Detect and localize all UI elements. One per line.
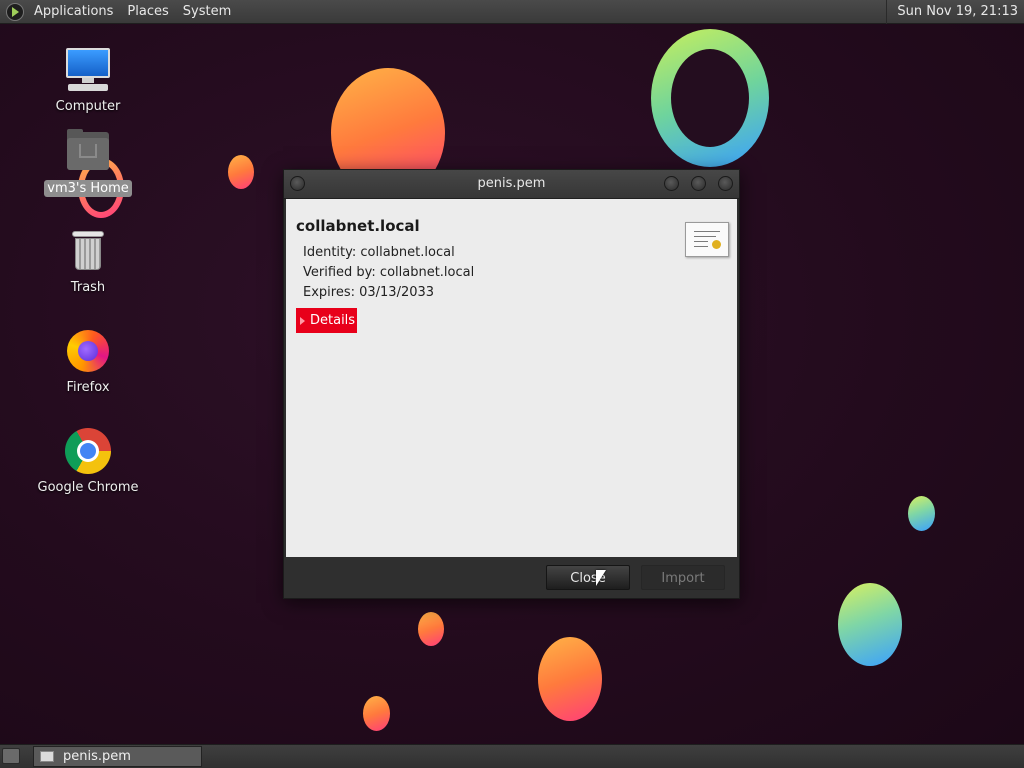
computer-icon (64, 46, 112, 94)
certificate-verified-by: Verified by: collabnet.local (303, 265, 475, 280)
certificate-name: collabnet.local (296, 217, 420, 235)
top-panel: Applications Places System Sun Nov 19, 2… (0, 0, 1024, 24)
desktop-icon-trash[interactable]: Trash (33, 227, 143, 296)
desktop-icon-label: Trash (70, 280, 106, 295)
desktop-icon-label: Firefox (66, 380, 110, 395)
taskbar-item-label: penis.pem (63, 749, 131, 764)
desktop-icon-computer[interactable]: Computer (33, 46, 143, 115)
minimize-button[interactable] (664, 176, 679, 191)
close-button[interactable]: Close (546, 565, 630, 590)
dialog-content: collabnet.local Identity: collabnet.loca… (286, 199, 737, 558)
show-desktop-icon[interactable] (2, 748, 20, 764)
desktop-icon-firefox[interactable]: Firefox (33, 327, 143, 396)
details-label: Details (310, 313, 356, 328)
expander-arrow-icon (300, 317, 305, 325)
desktop-icon-label: Computer (55, 99, 121, 114)
desktop-icon-label: Google Chrome (37, 480, 139, 495)
mouse-pointer-icon (596, 570, 606, 586)
details-expander[interactable]: Details (296, 308, 357, 333)
system-menu[interactable]: System (179, 4, 235, 19)
desktop-icon-home[interactable]: vm3's Home (33, 128, 143, 197)
maximize-button[interactable] (691, 176, 706, 191)
dialog-titlebar[interactable]: penis.pem (284, 170, 739, 199)
home-folder-icon (64, 128, 112, 176)
certificate-dialog: penis.pem collabnet.local Identity: coll… (283, 169, 740, 599)
taskbar-item-penis-pem[interactable]: penis.pem (33, 746, 202, 767)
dialog-button-bar: Close Import (284, 557, 739, 598)
firefox-icon (64, 327, 112, 375)
desktop-icon-label: vm3's Home (44, 180, 132, 197)
certificate-identity: Identity: collabnet.local (303, 245, 455, 260)
window-icon (40, 751, 54, 762)
chrome-icon (64, 427, 112, 475)
certificate-expires: Expires: 03/13/2033 (303, 285, 435, 300)
certificate-icon (685, 222, 729, 257)
menu-logo-icon[interactable] (6, 2, 24, 21)
import-button: Import (641, 565, 725, 590)
clock[interactable]: Sun Nov 19, 21:13 (886, 0, 1024, 24)
bottom-panel: penis.pem (0, 744, 1024, 768)
close-window-button[interactable] (718, 176, 733, 191)
desktop-icon-chrome[interactable]: Google Chrome (33, 427, 143, 496)
places-menu[interactable]: Places (123, 4, 172, 19)
applications-menu[interactable]: Applications (30, 4, 117, 19)
trash-icon (64, 227, 112, 275)
